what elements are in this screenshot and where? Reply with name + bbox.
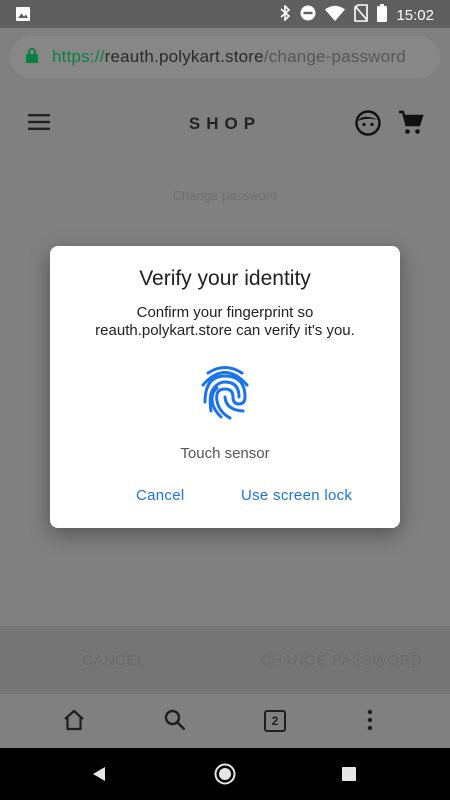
change-password-button[interactable]: CHANGE PASSWORD <box>260 652 422 669</box>
home-icon[interactable] <box>62 709 86 736</box>
more-options-icon[interactable] <box>366 709 374 736</box>
search-icon[interactable] <box>164 709 186 736</box>
bluetooth-icon <box>280 4 291 26</box>
wifi-icon <box>325 5 346 26</box>
do-not-disturb-icon <box>300 5 316 26</box>
status-bar: 15:02 <box>0 0 450 28</box>
touch-sensor-label: Touch sensor <box>180 445 270 462</box>
status-time: 15:02 <box>396 7 434 24</box>
url-host: reauth.polykart.store <box>104 47 264 66</box>
home-button-icon[interactable] <box>214 763 236 790</box>
cart-icon[interactable] <box>398 110 424 141</box>
dialog-message: Confirm your fingerprint so reauth.polyk… <box>60 304 390 340</box>
verify-identity-dialog: Verify your identity Confirm your finger… <box>50 246 400 528</box>
url-text: https://reauth.polykart.store/change-pas… <box>52 47 406 67</box>
image-icon <box>16 7 30 26</box>
fingerprint-icon <box>199 364 251 425</box>
shop-header: SHOP <box>0 88 450 158</box>
lock-icon <box>26 48 38 68</box>
recents-icon[interactable] <box>342 767 356 786</box>
battery-icon <box>377 4 388 27</box>
page-subtitle: Change password <box>172 188 278 203</box>
dialog-cancel-button[interactable]: Cancel <box>136 487 185 504</box>
no-sim-icon <box>354 4 369 27</box>
dialog-message-line-1: Confirm your fingerprint so <box>136 304 314 321</box>
url-bar: https://reauth.polykart.store/change-pas… <box>0 28 450 88</box>
account-face-icon[interactable] <box>355 110 381 141</box>
browser-toolbar: 2 <box>0 694 450 748</box>
use-screen-lock-button[interactable]: Use screen lock <box>241 487 352 504</box>
shop-title: SHOP <box>188 114 262 133</box>
url-field[interactable]: https://reauth.polykart.store/change-pas… <box>10 36 440 78</box>
url-scheme: https:// <box>52 47 105 66</box>
back-icon[interactable] <box>92 766 106 787</box>
tab-switcher-button[interactable]: 2 <box>264 710 286 732</box>
android-nav-bar <box>0 748 450 800</box>
page-cancel-button[interactable]: CANCEL <box>82 652 146 669</box>
dialog-message-line-2: reauth.polykart.store can verify it's yo… <box>95 322 355 339</box>
dialog-title: Verify your identity <box>139 267 311 290</box>
url-path: /change-password <box>263 47 406 66</box>
bottom-action-bar: CANCEL CHANGE PASSWORD <box>0 626 450 694</box>
